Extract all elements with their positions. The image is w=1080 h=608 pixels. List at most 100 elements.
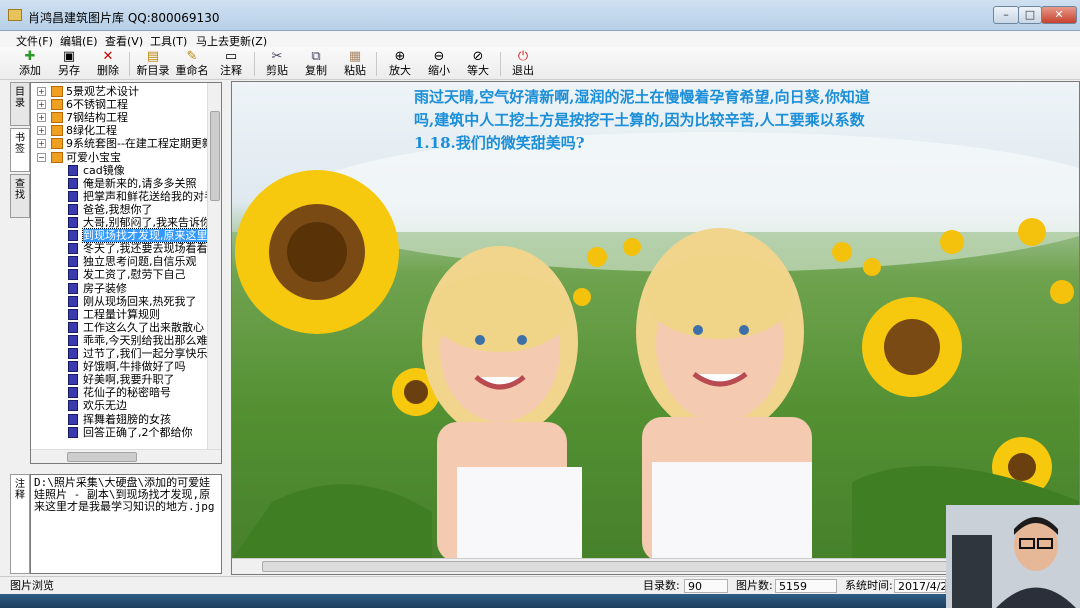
image-file-icon: [68, 374, 78, 386]
note-icon: ▭: [224, 49, 238, 64]
maximize-button[interactable]: □: [1018, 6, 1042, 24]
tree-label: 花仙子的秘密暗号: [83, 386, 171, 400]
note-text[interactable]: D:\照片采集\大硬盘\添加的可爱娃娃照片 - 副本\到现场找才发现,原来这里才…: [30, 474, 222, 574]
folder-icon: [51, 99, 63, 111]
tree-label: 好美啊,我要升职了: [83, 373, 175, 387]
rename-icon: ✎: [186, 49, 198, 64]
image-file-icon: [68, 387, 78, 399]
toolbar: ✚ 添加 ▣ 另存 ✕ 删除 ▤ 新目录 ✎ 重命名 ▭ 注释 ✂ 剪贴 ⧉ 复制 ▦ 粘贴 ⊕ 放…: [0, 47, 1080, 80]
image-file-icon: [68, 230, 78, 242]
tab-search[interactable]: 查找: [10, 174, 30, 218]
image-file-icon: [68, 203, 78, 215]
tree-label: 大哥,别郁闷了,我来告诉你: [83, 216, 211, 229]
tree-vertical-scrollbar[interactable]: [207, 83, 221, 463]
exit-icon: ⏻: [517, 49, 529, 64]
tree-label: 可爱小宝宝: [66, 150, 121, 164]
new-folder-button[interactable]: ▤ 新目录: [133, 48, 173, 79]
note-button[interactable]: ▭ 注释: [211, 48, 251, 79]
tab-bookmarks[interactable]: 书签: [10, 128, 30, 172]
img-count: 5159: [775, 579, 837, 593]
exit-button[interactable]: ⏻ 退出: [503, 48, 543, 79]
save-as-button[interactable]: ▣ 另存: [49, 48, 89, 79]
tree-label: 回答正确了,2个都给你: [83, 425, 193, 439]
folder-icon: [51, 86, 63, 97]
toolbar-separator: [500, 52, 501, 76]
scroll-thumb[interactable]: [210, 111, 220, 201]
copy-icon: ⧉: [311, 49, 321, 64]
add-button[interactable]: ✚ 添加: [10, 48, 50, 79]
zoom-in-button[interactable]: ⊕ 放大: [380, 48, 420, 79]
tree-label: 挥舞着翅膀的女孩: [83, 412, 171, 426]
title-bar: 肖鸿昌建筑图片库 QQ:800069130 – □ ✕: [0, 0, 1080, 31]
window-title: 肖鸿昌建筑图片库 QQ:800069130: [28, 11, 220, 25]
image-file-icon: [68, 295, 78, 307]
tree-horizontal-scrollbar[interactable]: [31, 449, 221, 463]
image-file-icon: [68, 400, 78, 412]
image-file-icon: [68, 426, 78, 438]
tree-label: 爸爸,我想你了: [83, 202, 153, 216]
image-file-icon: [68, 217, 78, 228]
webcam-person: [946, 505, 1080, 608]
dir-count: 90: [684, 579, 728, 593]
paste-icon: ▦: [348, 49, 362, 64]
tab-directory[interactable]: 目录: [10, 82, 30, 126]
time-label: 系统时间:: [845, 579, 893, 592]
tree-label: 过节了,我们一起分享快乐: [83, 347, 208, 360]
image-file-icon: [68, 413, 78, 425]
image-file-icon: [68, 361, 78, 373]
tree-label: 把掌声和鲜花送给我的对手: [83, 189, 215, 203]
expand-icon[interactable]: +: [37, 113, 46, 123]
rename-button[interactable]: ✎ 重命名: [172, 48, 212, 79]
copy-button[interactable]: ⧉ 复制: [296, 48, 336, 79]
image-file-icon: [68, 177, 78, 189]
expand-icon[interactable]: +: [37, 126, 46, 136]
image-file-icon: [68, 282, 78, 294]
tree-label: 刚从现场回来,热死我了: [83, 294, 197, 308]
collapse-icon[interactable]: −: [37, 152, 46, 162]
scroll-thumb[interactable]: [67, 452, 137, 462]
tree-label: 俺是新来的,请多多关照: [83, 176, 197, 190]
actual-size-button[interactable]: ⊘ 等大: [458, 48, 498, 79]
menu-bar: 文件(F) 编辑(E) 查看(V) 工具(T) 马上去更新(Z): [0, 31, 1080, 48]
delete-button[interactable]: ✕ 删除: [88, 48, 128, 79]
magnifier-icon: ⊘: [472, 49, 484, 64]
close-button[interactable]: ✕: [1041, 6, 1077, 24]
photo-caption: 雨过天晴,空气好清新啊,湿润的泥土在慢慢着孕育希望,向日葵,你知道吗,建筑中人工…: [414, 88, 870, 152]
zoom-out-button[interactable]: ⊖ 缩小: [419, 48, 459, 79]
system-time: 2017/4/21: [894, 579, 946, 593]
toolbar-separator: [254, 52, 255, 76]
image-file-icon: [68, 348, 78, 359]
sunflower-left: [235, 170, 399, 334]
image-file-icon: [68, 243, 78, 255]
save-icon: ▣: [62, 49, 76, 64]
tree-label: 乖乖,今天别给我出那么难: [83, 333, 208, 347]
paste-button[interactable]: ▦ 粘贴: [335, 48, 375, 79]
tree-label: 7钢结构工程: [66, 111, 128, 125]
taskbar: [0, 594, 1080, 608]
expand-icon[interactable]: +: [37, 100, 46, 110]
folder-app-icon: [8, 9, 22, 21]
photo-sunflower-girls: 雨过天晴,空气好清新啊,湿润的泥土在慢慢着孕育希望,向日葵,你知道吗,建筑中人工…: [232, 82, 1079, 560]
tree-label: cad镜像: [83, 163, 125, 177]
dir-count-label: 目录数:: [643, 579, 680, 592]
zoom-in-icon: ⊕: [394, 49, 406, 64]
new-folder-icon: ▤: [146, 49, 160, 64]
image-file-icon: [68, 190, 78, 202]
side-tabs: 目录 书签 查找: [10, 82, 30, 472]
image-viewer[interactable]: 雨过天晴,空气好清新啊,湿润的泥土在慢慢着孕育希望,向日葵,你知道吗,建筑中人工…: [231, 81, 1080, 575]
tree-label: 9系统套图--在建工程定期更新: [66, 137, 213, 151]
folder-icon: [51, 112, 63, 124]
minimize-button[interactable]: –: [993, 6, 1019, 24]
tree-label: 8绿化工程: [66, 124, 117, 138]
expand-icon[interactable]: +: [37, 139, 46, 149]
tree-label: 好饿啊,牛排做好了吗: [83, 360, 186, 374]
tree-label: 工作这么久了出来散散心: [83, 320, 204, 334]
expand-icon[interactable]: +: [37, 87, 46, 96]
cut-button[interactable]: ✂ 剪贴: [257, 48, 297, 79]
tab-notes[interactable]: 注释: [10, 474, 30, 574]
toolbar-separator: [129, 52, 130, 76]
folder-tree[interactable]: +5景观艺术设计 +6不锈钢工程 +7钢结构工程 +8绿化工程 +9系统套图--在建工程…: [30, 82, 222, 464]
status-bar: 图片浏览 目录数: 90 图片数: 5159 系统时间: 2017/4/21: [0, 576, 1080, 594]
scroll-thumb[interactable]: [262, 561, 962, 572]
tree-label: 5景观艺术设计: [66, 85, 139, 98]
